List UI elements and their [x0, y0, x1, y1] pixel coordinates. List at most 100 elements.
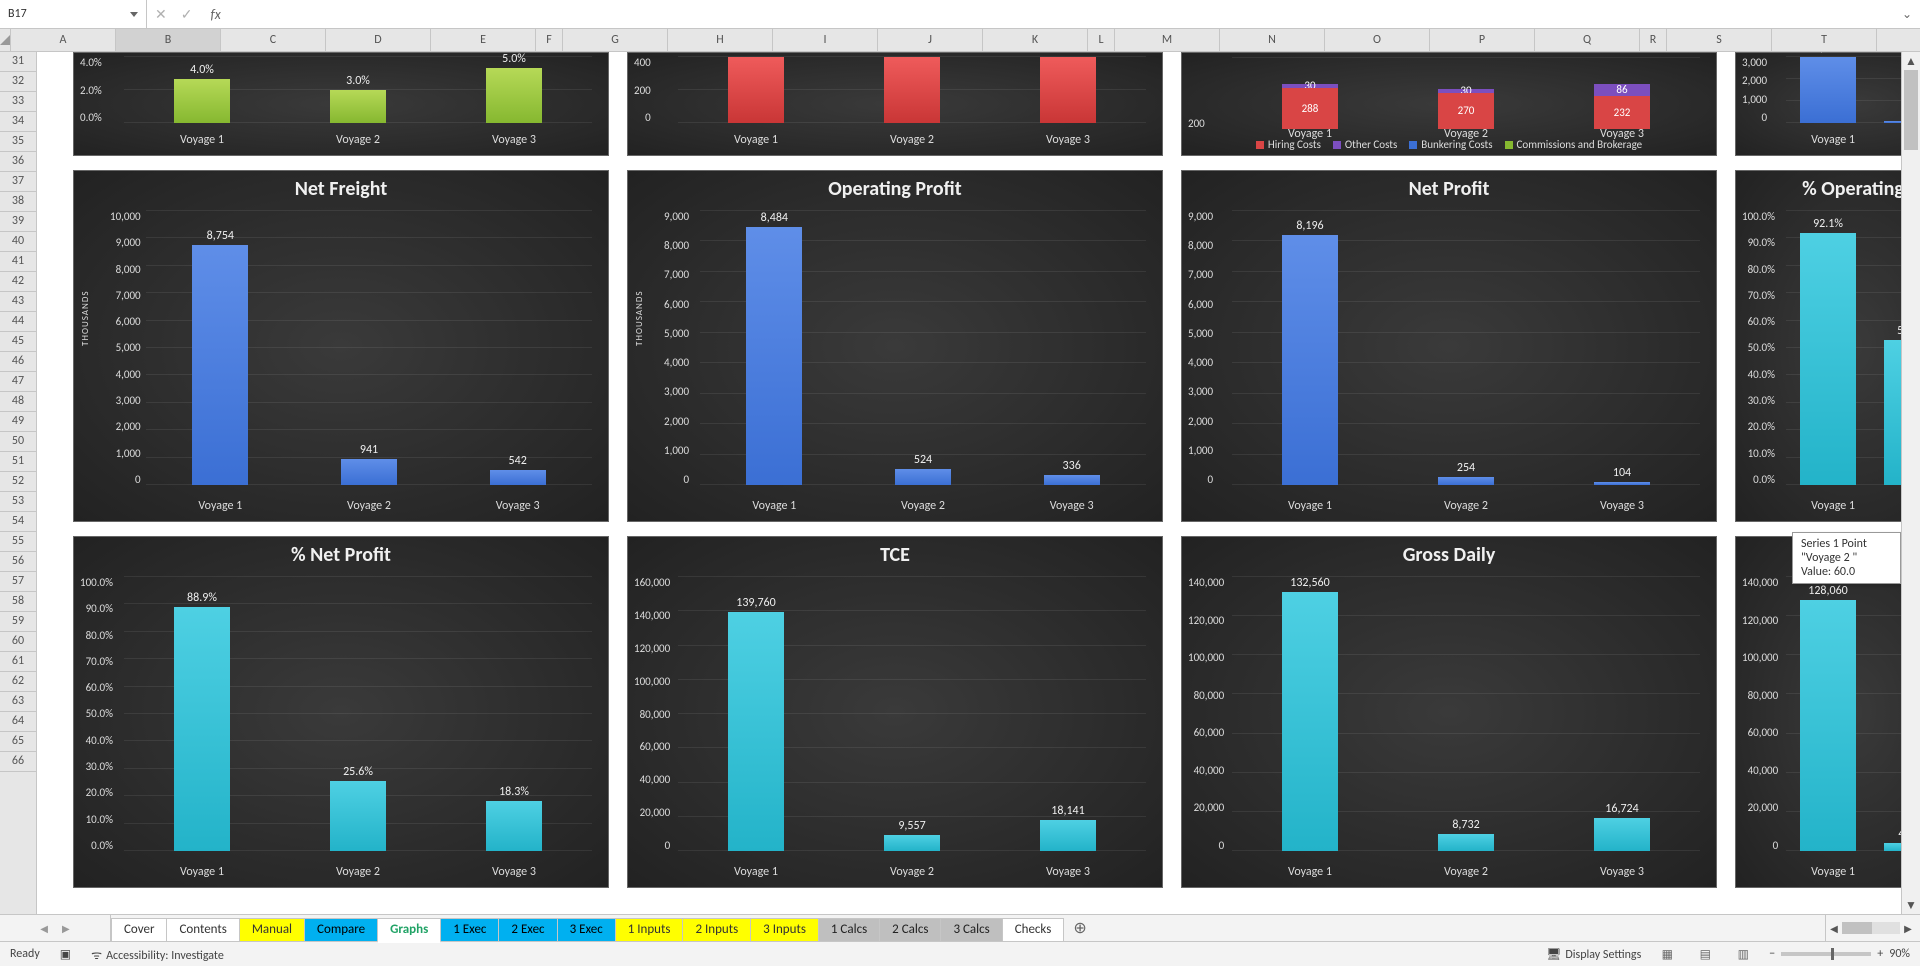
bar-1[interactable]: 524 — [895, 469, 951, 485]
macro-record-icon[interactable]: ▣ — [60, 947, 71, 962]
accessibility-status[interactable]: ᯤAccessibility: Investigate — [91, 946, 224, 963]
row-header-54[interactable]: 54 — [0, 512, 36, 532]
bar-2[interactable]: 16,724 — [1594, 818, 1650, 851]
col-header-I[interactable]: I — [773, 29, 878, 51]
col-header-P[interactable]: P — [1430, 29, 1535, 51]
bar-1[interactable]: 3.0% — [330, 90, 386, 123]
bar-1[interactable]: 8,732 — [1438, 834, 1494, 851]
tab-manual[interactable]: Manual — [239, 918, 305, 941]
col-header-E[interactable]: E — [431, 29, 536, 51]
row-header-55[interactable]: 55 — [0, 532, 36, 552]
row-header-38[interactable]: 38 — [0, 192, 36, 212]
col-header-F[interactable]: F — [536, 29, 563, 51]
bar-0[interactable]: 8,754 — [192, 245, 248, 485]
col-header-R[interactable]: R — [1640, 29, 1667, 51]
chart-red-top[interactable]: 0200400Voyage 1Voyage 2Voyage 3 — [627, 52, 1163, 156]
tab-1-calcs[interactable]: 1 Calcs — [818, 918, 880, 941]
row-header-49[interactable]: 49 — [0, 412, 36, 432]
row-header-60[interactable]: 60 — [0, 632, 36, 652]
add-sheet-button[interactable]: ⊕ — [1063, 918, 1096, 938]
bar-1[interactable]: 941 — [341, 459, 397, 485]
bar-2[interactable]: 542 — [490, 470, 546, 485]
col-header-U[interactable]: U — [1877, 29, 1920, 51]
row-header-39[interactable]: 39 — [0, 212, 36, 232]
col-header-T[interactable]: T — [1772, 29, 1877, 51]
row-header-45[interactable]: 45 — [0, 332, 36, 352]
tab-2-exec[interactable]: 2 Exec — [498, 918, 557, 941]
scroll-right-icon[interactable]: ▶ — [1900, 922, 1916, 935]
bar-0[interactable]: 8,196 — [1282, 235, 1338, 485]
row-header-59[interactable]: 59 — [0, 612, 36, 632]
bar-2[interactable] — [1040, 57, 1096, 123]
bar-0[interactable]: 3,600 — [1800, 57, 1856, 123]
row-header-35[interactable]: 35 — [0, 132, 36, 152]
chart-pct-op[interactable]: % Operating0.0%10.0%20.0%30.0%40.0%50.0%… — [1735, 170, 1901, 522]
bar-2[interactable]: 336 — [1044, 475, 1100, 485]
row-header-44[interactable]: 44 — [0, 312, 36, 332]
row-header-61[interactable]: 61 — [0, 652, 36, 672]
zoom-in-icon[interactable]: + — [1877, 947, 1883, 961]
bar-0[interactable]: 8,484 — [746, 227, 802, 485]
tab-graphs[interactable]: Graphs — [377, 918, 441, 943]
fx-icon[interactable]: fx — [210, 6, 220, 23]
tab-compare[interactable]: Compare — [304, 918, 378, 941]
row-header-43[interactable]: 43 — [0, 292, 36, 312]
row-header-62[interactable]: 62 — [0, 672, 36, 692]
row-header-65[interactable]: 65 — [0, 732, 36, 752]
col-header-N[interactable]: N — [1220, 29, 1325, 51]
row-header-53[interactable]: 53 — [0, 492, 36, 512]
row-header-50[interactable]: 50 — [0, 432, 36, 452]
hscroll-thumb[interactable] — [1842, 922, 1872, 934]
chart-gross-daily[interactable]: Gross Daily020,00040,00060,00080,000100,… — [1181, 536, 1717, 888]
chart-tce[interactable]: TCE020,00040,00060,00080,000100,000120,0… — [627, 536, 1163, 888]
expand-formula-bar[interactable]: ⌄ — [1894, 7, 1920, 22]
col-header-A[interactable]: A — [11, 29, 116, 51]
col-header-M[interactable]: M — [1115, 29, 1220, 51]
tab-nav[interactable]: ◀▶ — [0, 915, 111, 941]
tab-2-calcs[interactable]: 2 Calcs — [879, 918, 941, 941]
chart-blue-top[interactable]: 01,0002,0003,0003,60099Voyage 1Voya — [1735, 52, 1901, 156]
tab-1-inputs[interactable]: 1 Inputs — [615, 918, 684, 941]
bar-0[interactable]: 139,760 — [728, 612, 784, 851]
row-header-32[interactable]: 32 — [0, 72, 36, 92]
row-header-34[interactable]: 34 — [0, 112, 36, 132]
chart-net-profit[interactable]: Net Profit01,0002,0003,0004,0005,0006,00… — [1181, 170, 1717, 522]
bar-2[interactable]: 104 — [1594, 482, 1650, 485]
col-header-O[interactable]: O — [1325, 29, 1430, 51]
row-header-33[interactable]: 33 — [0, 92, 36, 112]
row-header-31[interactable]: 31 — [0, 52, 36, 72]
row-header-51[interactable]: 51 — [0, 452, 36, 472]
scroll-left-icon[interactable]: ◀ — [1826, 922, 1842, 935]
row-header-48[interactable]: 48 — [0, 392, 36, 412]
tab-contents[interactable]: Contents — [166, 918, 239, 941]
page-break-view-icon[interactable]: ▥ — [1731, 945, 1755, 963]
col-header-Q[interactable]: Q — [1535, 29, 1640, 51]
chart-net-freight[interactable]: Net Freight01,0002,0003,0004,0005,0006,0… — [73, 170, 609, 522]
tab-3-exec[interactable]: 3 Exec — [557, 918, 616, 941]
chart-op-profit[interactable]: Operating Profit01,0002,0003,0004,0005,0… — [627, 170, 1163, 522]
row-header-37[interactable]: 37 — [0, 172, 36, 192]
bar-0[interactable] — [728, 57, 784, 123]
col-header-D[interactable]: D — [326, 29, 431, 51]
scroll-down-icon[interactable]: ▼ — [1902, 896, 1920, 914]
tab-1-exec[interactable]: 1 Exec — [440, 918, 499, 941]
row-header-63[interactable]: 63 — [0, 692, 36, 712]
row-header-66[interactable]: 66 — [0, 752, 36, 772]
scroll-up-icon[interactable]: ▲ — [1902, 52, 1920, 70]
bar-1[interactable]: 254 — [1438, 477, 1494, 485]
zoom-level[interactable]: 90% — [1889, 947, 1910, 961]
zoom-out-icon[interactable]: − — [1769, 947, 1775, 961]
bar-0[interactable]: 132,560 — [1282, 592, 1338, 851]
row-header-47[interactable]: 47 — [0, 372, 36, 392]
row-header-56[interactable]: 56 — [0, 552, 36, 572]
row-header-46[interactable]: 46 — [0, 352, 36, 372]
row-header-36[interactable]: 36 — [0, 152, 36, 172]
vertical-scrollbar[interactable]: ▲ ▼ — [1901, 52, 1920, 914]
row-header-64[interactable]: 64 — [0, 712, 36, 732]
display-settings[interactable]: 🖥Display Settings — [1546, 947, 1641, 962]
name-box-dropdown-icon[interactable] — [130, 12, 138, 17]
bar-1[interactable]: 52.9% — [1884, 340, 1901, 485]
bar-1[interactable]: 99 — [1884, 121, 1901, 123]
bar-1[interactable] — [884, 57, 940, 123]
col-header-S[interactable]: S — [1667, 29, 1772, 51]
